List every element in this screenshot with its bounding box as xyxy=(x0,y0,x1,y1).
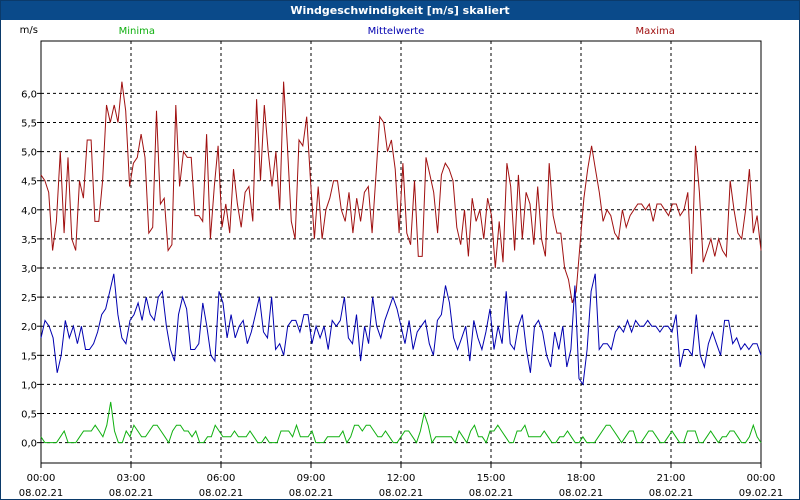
x-tick-time: 09:00 xyxy=(297,473,326,484)
y-axis-label: m/s xyxy=(20,25,38,36)
y-tick-label: 5,0 xyxy=(21,148,37,159)
y-tick-label: 5,5 xyxy=(21,118,37,129)
x-tick-date: 08.02.21 xyxy=(469,488,514,499)
chart-window: Windgeschwindigkeit [m/s] skaliert 0,0 0,… xyxy=(0,0,800,500)
x-tick-date: 08.02.21 xyxy=(649,488,694,499)
x-tick-time: 21:00 xyxy=(657,473,686,484)
x-tick-time: 06:00 xyxy=(207,473,236,484)
wind-speed-chart: 0,0 0,5 1,0 1,5 2,0 2,5 3,0 3,5 4,0 4,5 5,0 5,5 6,0 0… xyxy=(19,25,784,499)
x-tick-time: 15:00 xyxy=(477,473,506,484)
x-tick-time: 12:00 xyxy=(387,473,416,484)
y-tick-label: 1,5 xyxy=(21,351,37,362)
y-tick-label: 2,5 xyxy=(21,293,37,304)
window-title: Windgeschwindigkeit [m/s] skaliert xyxy=(1,1,799,20)
y-tick-label: 6,0 xyxy=(21,89,37,100)
x-tick-date: 08.02.21 xyxy=(559,488,604,499)
x-tick-time: 00:00 xyxy=(747,473,776,484)
y-tick-label: 4,5 xyxy=(21,177,37,188)
x-tick-time: 00:00 xyxy=(27,473,56,484)
x-tick-date: 08.02.21 xyxy=(19,488,64,499)
legend-maxima: Maxima xyxy=(636,26,675,37)
x-tick-date: 09.02.21 xyxy=(739,488,784,499)
x-tick-time: 18:00 xyxy=(567,473,596,484)
y-tick-label: 1,0 xyxy=(21,380,37,391)
y-tick-label: 3,5 xyxy=(21,235,37,246)
legend-minima: Minima xyxy=(119,26,155,37)
y-tick-label: 2,0 xyxy=(21,322,37,333)
x-tick-date: 08.02.21 xyxy=(289,488,334,499)
y-tick-label: 0,0 xyxy=(21,439,37,450)
y-tick-label: 4,0 xyxy=(21,206,37,217)
x-tick-time: 03:00 xyxy=(117,473,146,484)
y-tick-label: 3,0 xyxy=(21,264,37,275)
x-tick-date: 08.02.21 xyxy=(379,488,424,499)
x-tick-date: 08.02.21 xyxy=(109,488,154,499)
legend-mittelwerte: Mittelwerte xyxy=(368,26,425,37)
y-tick-label: 0,5 xyxy=(21,410,37,421)
x-tick-date: 08.02.21 xyxy=(199,488,244,499)
